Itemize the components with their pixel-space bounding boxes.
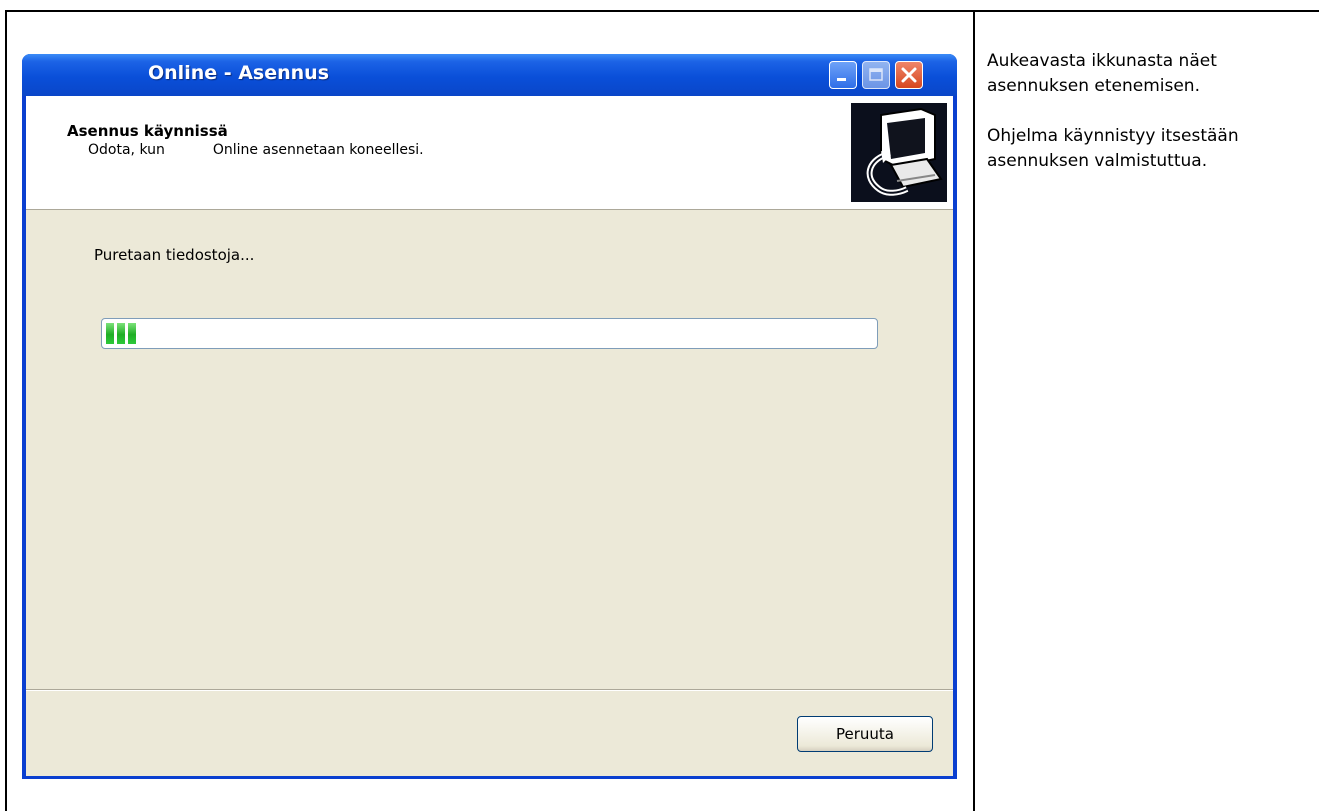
bottom-separator bbox=[26, 689, 953, 691]
wizard-header: Asennus käynnissä Odota, kun Online asenn… bbox=[26, 96, 953, 210]
installer-computer-icon bbox=[851, 103, 947, 202]
close-button[interactable] bbox=[895, 61, 923, 89]
header-subtitle-part-1: Odota, kun bbox=[88, 142, 165, 158]
column-divider bbox=[973, 10, 975, 811]
header-subtitle-part-2: Online asennetaan koneellesi. bbox=[212, 142, 424, 158]
close-icon bbox=[901, 67, 917, 83]
header-title: Asennus käynnissä bbox=[67, 122, 228, 140]
minimize-icon bbox=[837, 78, 846, 81]
maximize-icon bbox=[869, 68, 883, 81]
window-title: Online - Asennus bbox=[148, 62, 330, 84]
cancel-button[interactable]: Peruuta bbox=[797, 716, 933, 752]
instruction-paragraph-1: Aukeavasta ikkunasta näet asennuksen ete… bbox=[987, 51, 1217, 96]
title-bar[interactable]: Online - Asennus bbox=[22, 54, 957, 96]
instructions-panel: Aukeavasta ikkunasta näet asennuksen ete… bbox=[987, 49, 1317, 199]
header-subtitle: Odota, kun Online asennetaan koneellesi. bbox=[88, 142, 424, 158]
progress-fill bbox=[106, 323, 136, 344]
window-client: Asennus käynnissä Odota, kun Online asenn… bbox=[26, 96, 953, 776]
maximize-button[interactable] bbox=[862, 61, 890, 89]
status-text: Puretaan tiedostoja... bbox=[94, 246, 255, 264]
progress-bar bbox=[101, 318, 878, 349]
minimize-button[interactable] bbox=[829, 61, 857, 89]
progress-segment bbox=[128, 323, 136, 344]
installer-window: Online - Asennus Asennus käynnissä Odota… bbox=[22, 54, 957, 779]
progress-segment bbox=[117, 323, 125, 344]
instruction-paragraph-2: Ohjelma käynnistyy itsestään asennuksen … bbox=[987, 126, 1239, 171]
progress-segment bbox=[106, 323, 114, 344]
